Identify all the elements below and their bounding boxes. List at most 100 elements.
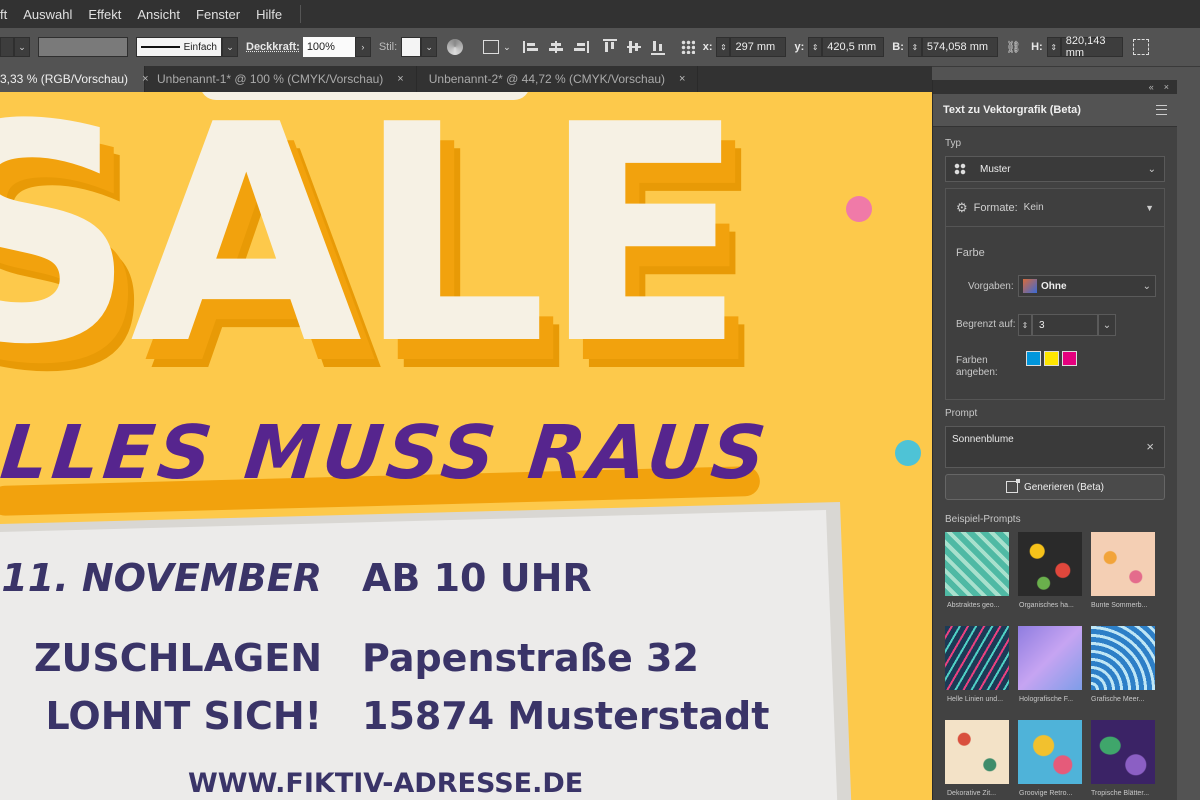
panel-menu-icon[interactable] [1156, 105, 1167, 115]
x-input[interactable]: 297 mm [730, 37, 787, 57]
example-thumbnail[interactable] [1091, 532, 1155, 596]
vorgaben-dropdown[interactable]: Ohne ⌄ [1018, 275, 1156, 297]
h-input[interactable]: 820,143 mm [1060, 35, 1123, 59]
typ-dropdown[interactable]: Muster ⌄ [945, 156, 1165, 182]
example-thumbnail[interactable] [1091, 626, 1155, 690]
panel-close-icon[interactable]: × [1164, 82, 1169, 92]
city-text: 15874 Musterstadt [362, 694, 770, 738]
begrenzt-label: Begrenzt auf: [956, 319, 1016, 330]
vorgaben-label: Vorgaben: [968, 281, 1014, 292]
vorgaben-value: Ohne [1041, 280, 1067, 292]
align-middle-icon[interactable] [626, 40, 641, 54]
example-thumbnail[interactable] [945, 626, 1009, 690]
example-thumbnail[interactable] [1018, 626, 1082, 690]
panel-dock-bar: « × [933, 80, 1177, 94]
transform-chevron-icon[interactable]: ⌄ [503, 42, 511, 53]
tab-close-icon[interactable]: × [397, 73, 403, 85]
example-label: Grafische Meer... [1091, 696, 1145, 703]
date-text: 11. NOVEMBER [1, 556, 322, 600]
clear-icon[interactable]: × [1146, 439, 1154, 454]
y-stepper-icon[interactable]: ⇕ [808, 37, 823, 57]
menu-item-auswahl[interactable]: Auswahl [15, 7, 80, 22]
formate-section: ⚙ Formate: Kein ▼ Farbe Vorgaben: Ohne ⌄… [945, 188, 1165, 400]
document-tabs: 3,33 % (RGB/Vorschau) × Unbenannt-1* @ 1… [0, 66, 932, 92]
example-thumbnail[interactable] [1018, 720, 1082, 784]
style-label: Stil: [378, 41, 398, 53]
tab-document-1[interactable]: 3,33 % (RGB/Vorschau) × [0, 66, 149, 92]
menu-item-file[interactable]: ft [0, 7, 15, 22]
menu-bar: ft Auswahl Effekt Ansicht Fenster Hilfe [0, 0, 1200, 28]
stroke-weight-field[interactable] [38, 37, 128, 57]
example-thumbnail[interactable] [945, 532, 1009, 596]
swatch-magenta[interactable] [1062, 351, 1077, 366]
align-center-icon[interactable] [548, 41, 563, 53]
reference-point-icon[interactable] [680, 40, 695, 54]
h-stepper-icon[interactable]: ⇕ [1046, 37, 1061, 57]
formate-row[interactable]: ⚙ Formate: Kein ▼ [946, 189, 1164, 227]
style-swatch[interactable] [401, 37, 422, 57]
prompt-label: Prompt [945, 408, 978, 419]
example-thumbnail[interactable] [1091, 720, 1155, 784]
artboard-canvas[interactable]: SALE SALE SALE ALLES MUSS RAUS 11. NOVEM… [0, 92, 932, 800]
opacity-label: Deckkraft: [246, 41, 300, 53]
tab-label: Unbenannt-1* @ 100 % (CMYK/Vorschau) [157, 72, 384, 86]
alles-muss-raus-headline: ALLES MUSS RAUS [0, 410, 774, 496]
farben-label-2: angeben: [956, 367, 998, 378]
opacity-input[interactable]: 100% [302, 37, 355, 57]
menu-item-fenster[interactable]: Fenster [188, 7, 248, 22]
right-dock-strip [1176, 94, 1200, 800]
menu-item-effekt[interactable]: Effekt [80, 7, 129, 22]
prompt-textarea[interactable]: Sonnenblume × [945, 426, 1165, 468]
example-label: Groovige Retro... [1019, 790, 1073, 797]
align-top-icon[interactable] [602, 39, 617, 55]
example-thumbnail[interactable] [945, 720, 1009, 784]
link-icon[interactable]: ⛓ [1006, 40, 1021, 54]
fill-dropdown[interactable] [0, 37, 14, 57]
stroke-style-chevron-icon[interactable]: ⌄ [222, 37, 238, 57]
menu-item-hilfe[interactable]: Hilfe [248, 7, 290, 22]
recolor-icon[interactable] [447, 39, 464, 55]
align-left-icon[interactable] [522, 41, 539, 53]
menu-item-ansicht[interactable]: Ansicht [129, 7, 188, 22]
stroke-style-dropdown[interactable]: Einfach [136, 37, 222, 57]
begrenzt-chevron-icon[interactable]: ⌄ [1098, 314, 1116, 336]
panel-header: Text zu Vektorgrafik (Beta) [933, 94, 1177, 127]
fill-chevron-icon[interactable]: ⌄ [14, 37, 30, 57]
w-stepper-icon[interactable]: ⇕ [907, 37, 922, 57]
stroke-line-icon [141, 46, 180, 48]
example-label: Helle Linien und... [947, 696, 1004, 703]
example-label: Organisches ha... [1019, 602, 1074, 609]
begrenzt-input[interactable]: 3 [1032, 314, 1098, 336]
tab-unbenannt-1[interactable]: Unbenannt-1* @ 100 % (CMYK/Vorschau) × [145, 66, 417, 92]
street-text: Papenstraße 32 [362, 636, 699, 680]
text-to-vector-panel: « × Text zu Vektorgrafik (Beta) Typ Must… [932, 80, 1177, 800]
collapse-icon[interactable]: « [1149, 82, 1154, 92]
opacity-arrow-icon[interactable]: › [354, 37, 371, 57]
style-chevron-icon[interactable]: ⌄ [421, 37, 438, 57]
h-label: H: [1031, 41, 1043, 53]
website-text: WWW.FIKTIV-ADRESSE.DE [188, 768, 584, 799]
tab-unbenannt-2[interactable]: Unbenannt-2* @ 44,72 % (CMYK/Vorschau) × [417, 66, 699, 92]
transform-panel-icon[interactable] [1132, 39, 1149, 55]
slogan-line-1: ZUSCHLAGEN [33, 636, 322, 680]
align-bottom-icon[interactable] [650, 39, 665, 55]
generate-button[interactable]: Generieren (Beta) [945, 474, 1165, 500]
example-thumbnail[interactable] [1018, 532, 1082, 596]
time-text: AB 10 UHR [362, 556, 592, 600]
swatch-cyan[interactable] [1026, 351, 1041, 366]
swatch-yellow[interactable] [1044, 351, 1059, 366]
align-right-icon[interactable] [572, 41, 589, 53]
transform-icon[interactable] [483, 40, 500, 54]
begrenzt-stepper-icon[interactable]: ⇕ [1018, 314, 1032, 336]
tab-close-icon[interactable]: × [679, 73, 685, 85]
typ-label: Typ [945, 138, 962, 149]
examples-label: Beispiel-Prompts [945, 514, 1021, 525]
example-label: Dekorative Zit... [947, 790, 997, 797]
tab-label: Unbenannt-2* @ 44,72 % (CMYK/Vorschau) [428, 72, 666, 86]
slogan-line-2: LOHNT SICH! [45, 694, 322, 738]
preset-thumbnail-icon [1023, 279, 1037, 293]
example-label: Holografische F... [1019, 696, 1074, 703]
w-input[interactable]: 574,058 mm [921, 37, 998, 57]
x-stepper-icon[interactable]: ⇕ [716, 37, 731, 57]
y-input[interactable]: 420,5 mm [822, 37, 885, 57]
